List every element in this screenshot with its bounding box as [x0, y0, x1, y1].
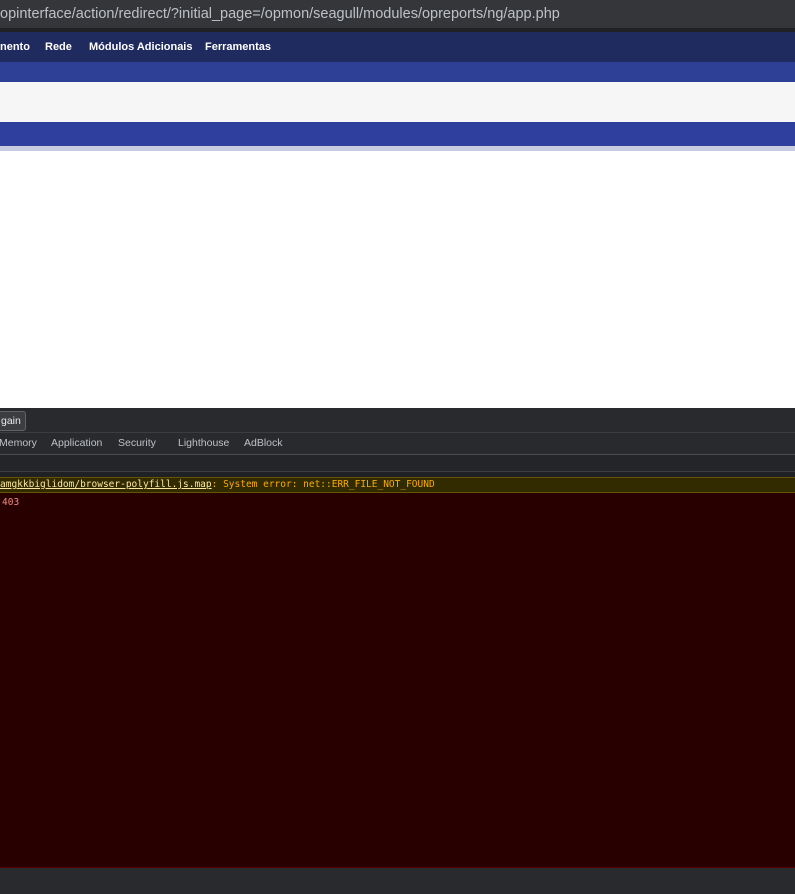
- tab-memory[interactable]: Memory: [0, 437, 37, 449]
- subheader-area: [0, 82, 795, 122]
- url-text[interactable]: opinterface/action/redirect/?initial_pag…: [0, 6, 560, 22]
- console-warning-row: amgkkbiglidom/browser-polyfill.js.map: S…: [0, 477, 795, 493]
- main-nav-bar: nento Rede Módulos Adicionais Ferramenta…: [0, 32, 795, 62]
- title-band: [0, 122, 795, 146]
- error-status-code: 403: [2, 497, 20, 508]
- nav-item-ferramentas[interactable]: Ferramentas: [205, 41, 271, 53]
- console-warning-message: amgkkbiglidom/browser-polyfill.js.map: S…: [0, 479, 435, 490]
- tab-application[interactable]: Application: [51, 437, 102, 449]
- devtools-tab-bar: Memory Application Security Lighthouse A…: [0, 433, 795, 455]
- try-again-button[interactable]: gain: [0, 411, 26, 431]
- nav-item-modulos-adicionais[interactable]: Módulos Adicionais: [89, 41, 193, 53]
- tab-security[interactable]: Security: [118, 437, 156, 449]
- tab-adblock[interactable]: AdBlock: [244, 437, 283, 449]
- devtools-top-bar: gain: [0, 408, 795, 433]
- tab-lighthouse[interactable]: Lighthouse: [178, 437, 229, 449]
- nav-item-monitoramento[interactable]: nento: [0, 41, 30, 53]
- devtools-bottom-bar: [0, 868, 795, 894]
- warning-text: : System error: net::ERR_FILE_NOT_FOUND: [211, 479, 435, 490]
- nav-item-rede[interactable]: Rede: [45, 41, 72, 53]
- address-bar[interactable]: opinterface/action/redirect/?initial_pag…: [0, 0, 795, 28]
- page-content: [0, 151, 795, 408]
- sourcemap-link[interactable]: amgkkbiglidom/browser-polyfill.js.map: [0, 479, 212, 490]
- console-toolbar: [0, 455, 795, 472]
- console-error-area: 403: [0, 493, 795, 867]
- header-band: [0, 62, 795, 82]
